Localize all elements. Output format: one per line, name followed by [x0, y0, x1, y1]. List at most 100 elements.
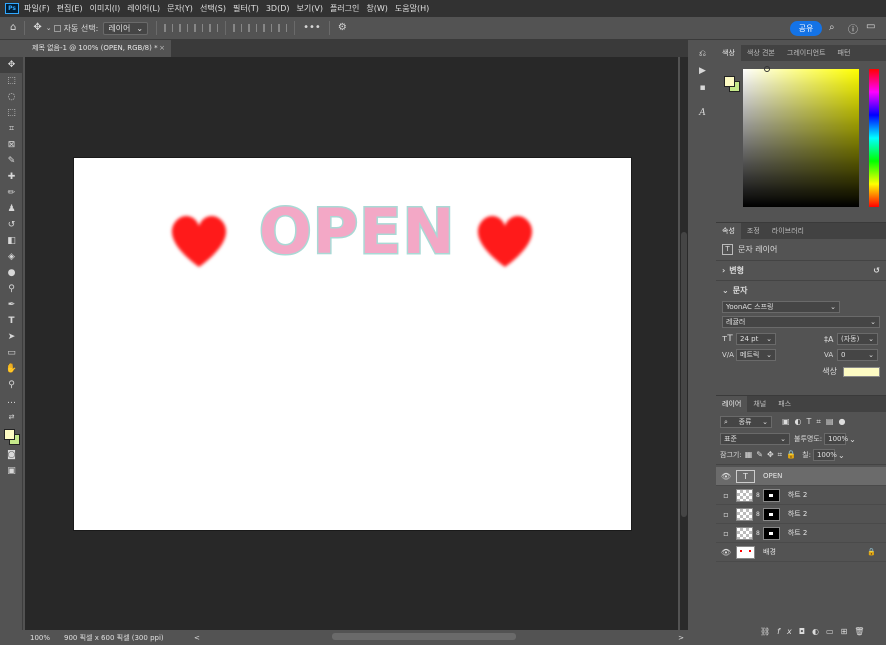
menu-edit[interactable]: 편집(E) — [57, 3, 83, 14]
tab-properties[interactable]: 속성 — [716, 223, 741, 239]
paint-bucket-tool-icon[interactable]: ◈ — [0, 249, 23, 265]
move-tool-icon[interactable]: ✥ — [0, 57, 23, 73]
zoom-tool-icon[interactable]: ⚲ — [0, 377, 23, 393]
object-select-tool-icon[interactable]: ⬚ — [0, 105, 23, 121]
help-icon[interactable]: ⓘ — [848, 21, 858, 36]
frame-tool-icon[interactable]: ⊠ — [0, 137, 23, 153]
workspace-icon[interactable]: ▭ — [866, 21, 875, 32]
chevron-down-icon[interactable]: ⌄ — [849, 435, 856, 444]
font-family-select[interactable]: YoonAC 스프링 ⌄ — [722, 301, 840, 313]
hand-tool-icon[interactable]: ✋ — [0, 361, 23, 377]
layer-row[interactable]: ▫ 8 하트 2 — [716, 524, 886, 543]
menu-plugins[interactable]: 플러그인 — [330, 3, 359, 14]
more-options-button[interactable]: ••• — [303, 23, 321, 33]
glyphs-icon[interactable]: A — [692, 104, 713, 121]
menu-type[interactable]: 문자(Y) — [167, 3, 193, 14]
link-layers-icon[interactable]: ⛓ — [760, 627, 777, 636]
delete-layer-icon[interactable]: 🗑 — [854, 627, 871, 636]
distribute-icon[interactable] — [209, 24, 219, 32]
auto-select-dropdown[interactable]: 레이어 ⌄ — [103, 21, 149, 35]
menu-view[interactable]: 보기(V) — [297, 3, 323, 14]
brush-tool-icon[interactable]: ✏ — [0, 185, 23, 201]
adjustment-layer-icon[interactable]: ◐ — [812, 627, 826, 636]
eye-hidden-icon[interactable]: ▫ — [716, 491, 736, 500]
align-left-icon[interactable] — [164, 24, 174, 32]
open-text-layer[interactable]: OPEN — [257, 196, 455, 267]
add-mask-icon[interactable]: ◘ — [799, 627, 812, 636]
lock-icons[interactable]: ▦✎✥⌗🔒 — [745, 450, 800, 460]
screen-mode-icon[interactable]: ▣ — [0, 463, 23, 479]
menu-filter[interactable]: 필터(T) — [233, 3, 259, 14]
font-size-field[interactable]: 24 pt ⌄ — [736, 333, 776, 345]
kerning-field[interactable]: 메트릭 ⌄ — [736, 349, 776, 361]
hue-slider[interactable] — [869, 69, 879, 207]
color-swatches[interactable] — [0, 425, 23, 447]
comments-icon[interactable]: ▪ — [692, 79, 713, 96]
tracking-field[interactable]: 0 ⌄ — [837, 349, 878, 361]
tab-channels[interactable]: 채널 — [747, 396, 772, 412]
distribute-vertical-icon[interactable] — [278, 24, 288, 32]
history-icon[interactable]: ⎌ — [692, 45, 713, 62]
stamp-tool-icon[interactable]: ♟ — [0, 201, 23, 217]
layer-row[interactable]: 👁 배경 🔒 — [716, 543, 886, 562]
menu-window[interactable]: 창(W) — [366, 3, 388, 14]
opacity-field[interactable]: 100% — [824, 433, 848, 445]
lock-icon[interactable]: 🔒 — [867, 548, 876, 556]
dodge-tool-icon[interactable]: ⚲ — [0, 281, 23, 297]
layer-filter-icons[interactable]: ▣◐T⌗▤● — [782, 417, 850, 427]
close-tab-icon[interactable]: × — [159, 40, 165, 57]
swap-colors-icon[interactable]: ⇄ — [0, 409, 23, 425]
document-tab[interactable]: 제목 없음-1 @ 100% (OPEN, RGB/8) * × — [25, 40, 171, 57]
foreground-color-chip[interactable] — [724, 76, 735, 87]
menu-3d[interactable]: 3D(D) — [266, 4, 290, 13]
leading-field[interactable]: (자동) ⌄ — [837, 333, 878, 345]
scroll-right-icon[interactable]: > — [678, 634, 684, 642]
eraser-tool-icon[interactable]: ◧ — [0, 233, 23, 249]
document-canvas[interactable]: OPEN — [74, 158, 631, 530]
history-brush-tool-icon[interactable]: ↺ — [0, 217, 23, 233]
status-arrow-icon[interactable]: < — [194, 634, 200, 642]
eye-icon[interactable]: 👁 — [716, 472, 736, 481]
vertical-scrollbar[interactable] — [680, 57, 688, 630]
menu-layer[interactable]: 레이어(L) — [127, 3, 160, 14]
tab-paths[interactable]: 패스 — [772, 396, 797, 412]
more-tools-icon[interactable]: … — [0, 393, 23, 409]
align-top-icon[interactable] — [233, 24, 243, 32]
tab-color[interactable]: 색상 — [716, 45, 741, 61]
menu-help[interactable]: 도움말(H) — [395, 3, 429, 14]
vertical-scrollbar-thumb[interactable] — [681, 232, 687, 517]
quick-mask-icon[interactable]: ◙ — [0, 447, 23, 463]
new-group-icon[interactable]: ▭ — [826, 627, 841, 636]
fill-field[interactable]: 100% — [812, 449, 837, 461]
font-style-select[interactable]: 레귤러 ⌄ — [722, 316, 880, 328]
tab-libraries[interactable]: 라이브러리 — [766, 223, 810, 239]
align-center-icon[interactable] — [179, 24, 189, 32]
actions-play-icon[interactable]: ▶ — [692, 62, 713, 79]
tab-adjustments[interactable]: 조정 — [741, 223, 766, 239]
lasso-tool-icon[interactable]: ◌ — [0, 89, 23, 105]
menu-select[interactable]: 선택(S) — [200, 3, 226, 14]
home-icon[interactable]: ⌂ — [10, 23, 16, 33]
gear-icon[interactable]: ⚙ — [338, 23, 347, 33]
fx-icon[interactable]: fx — [777, 627, 799, 636]
align-bottom-icon[interactable] — [263, 24, 273, 32]
type-tool-icon[interactable]: T — [0, 313, 23, 329]
text-color-swatch[interactable] — [843, 366, 880, 377]
horizontal-scrollbar-thumb[interactable] — [332, 633, 516, 640]
auto-select-checkbox[interactable] — [53, 24, 61, 32]
layer-row[interactable]: ▫ 8 하트 2 — [716, 486, 886, 505]
eye-hidden-icon[interactable]: ▫ — [716, 510, 736, 519]
menu-image[interactable]: 이미지(I) — [90, 3, 121, 14]
transform-section[interactable]: › 변형 ↺ — [716, 261, 886, 281]
tab-layers[interactable]: 레이어 — [716, 396, 748, 412]
blur-tool-icon[interactable]: ● — [0, 265, 23, 281]
search-icon[interactable]: ⌕ — [829, 22, 835, 33]
character-section[interactable]: ⌄ 문자 — [716, 281, 886, 300]
layer-row[interactable]: 👁 T OPEN — [716, 467, 886, 486]
pen-tool-icon[interactable]: ✒ — [0, 297, 23, 313]
menu-file[interactable]: 파일(F) — [24, 3, 50, 14]
layer-filter-select[interactable]: ⌕ 종류 ⌄ — [720, 416, 772, 428]
crop-tool-icon[interactable]: ⌗ — [0, 121, 23, 137]
tab-gradients[interactable]: 그레이디언트 — [781, 45, 832, 61]
path-select-tool-icon[interactable]: ➤ — [0, 329, 23, 345]
